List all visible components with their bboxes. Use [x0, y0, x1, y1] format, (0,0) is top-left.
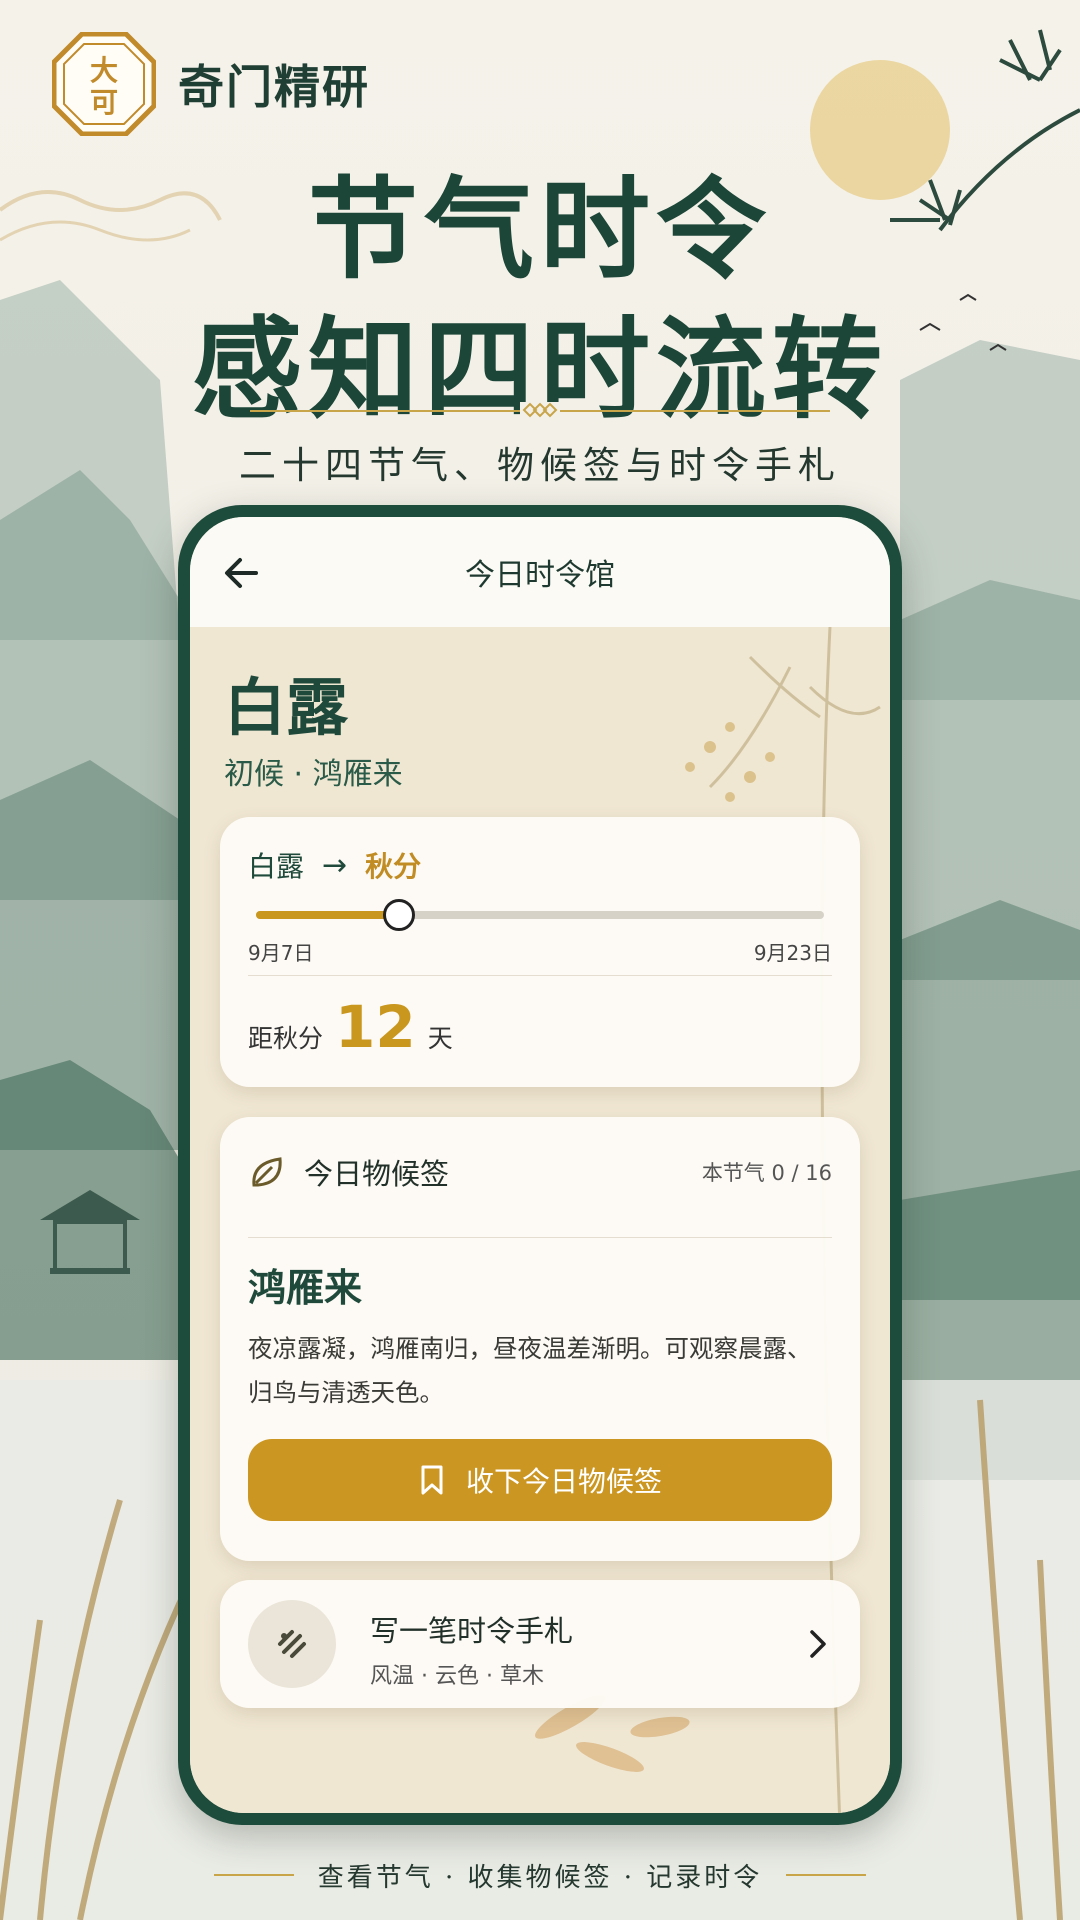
journal-card[interactable]: 写一笔时令手札 风温 · 云色 · 草木	[220, 1580, 860, 1708]
phone-frame: 今日时令馆 白露 初候 · 鸿雁来 白露 → 秋分 9月7日 9月23日 距秋分…	[178, 505, 902, 1825]
subtitle: 二十四节气、物候签与时令手札	[239, 444, 841, 487]
term-transition: 白露 → 秋分	[248, 845, 421, 885]
bookmark-icon	[421, 1465, 443, 1495]
journal-title: 写一笔时令手札	[370, 1614, 574, 1648]
term-progress-card: 白露 → 秋分 9月7日 9月23日 距秋分 12 天	[220, 817, 860, 1087]
brand-header: 大 可 奇门精研	[52, 32, 370, 136]
journal-icon-wrap	[248, 1600, 336, 1688]
start-date: 9月7日	[248, 941, 314, 965]
leaf-icon	[252, 1157, 282, 1187]
countdown-label: 距秋分	[248, 1024, 324, 1053]
journal-tags: 风温 · 云色 · 草木	[370, 1664, 544, 1689]
back-arrow-icon[interactable]	[218, 549, 266, 597]
footer: 查看节气 · 收集物候签 · 记录时令	[0, 1855, 1080, 1895]
phenology-count: 本节气 0 / 16	[701, 1161, 832, 1185]
phenology-card: 今日物候签 本节气 0 / 16 鸿雁来 夜凉露凝，鸿雁南归，昼夜温差渐明。可观…	[220, 1117, 860, 1561]
diamond-ornament	[520, 402, 560, 418]
brand-name: 奇门精研	[178, 60, 370, 114]
progress-handle[interactable]	[383, 899, 415, 931]
phenology-header: 今日物候签 本节气 0 / 16	[248, 1147, 832, 1197]
next-term: 秋分	[365, 850, 422, 883]
divider	[248, 975, 832, 976]
svg-text:可: 可	[90, 86, 118, 119]
current-term: 白露	[248, 850, 305, 883]
app-bar: 今日时令馆	[190, 517, 890, 627]
svg-text:大: 大	[90, 54, 118, 87]
countdown-unit: 天	[427, 1024, 453, 1053]
footer-tagline: 查看节气 · 收集物候签 · 记录时令	[317, 1862, 763, 1893]
divider	[248, 1237, 832, 1238]
headline-line1: 节气时令	[308, 165, 772, 294]
right-arrow-icon: →	[322, 847, 348, 883]
countdown-value: 12	[335, 993, 416, 1061]
progress-track	[256, 899, 824, 931]
footer-line-right	[786, 1874, 867, 1876]
phenology-name: 鸿雁来	[248, 1265, 363, 1310]
app-title: 今日时令馆	[465, 558, 615, 593]
collect-button-label: 收下今日物候签	[465, 1465, 662, 1498]
pen-swirl-icon	[278, 1630, 306, 1658]
app-screen: 今日时令馆 白露 初候 · 鸿雁来 白露 → 秋分 9月7日 9月23日 距秋分…	[190, 517, 890, 1813]
solar-term-phase: 初候 · 鸿雁来	[224, 757, 403, 792]
end-date: 9月23日	[753, 941, 832, 965]
countdown: 距秋分 12 天	[248, 995, 453, 1059]
phenology-title: 今日物候签	[304, 1157, 450, 1191]
chevron-right-icon[interactable]	[806, 1624, 830, 1664]
collect-phenology-button[interactable]: 收下今日物候签	[248, 1439, 832, 1521]
progress-fill	[256, 911, 398, 919]
phenology-description: 夜凉露凝，鸿雁南归，昼夜温差渐明。可观察晨露、归鸟与清透天色。	[248, 1334, 812, 1407]
solar-term-name: 白露	[224, 671, 349, 744]
footer-line-left	[213, 1874, 294, 1876]
seal-logo-icon: 大 可	[52, 32, 156, 136]
